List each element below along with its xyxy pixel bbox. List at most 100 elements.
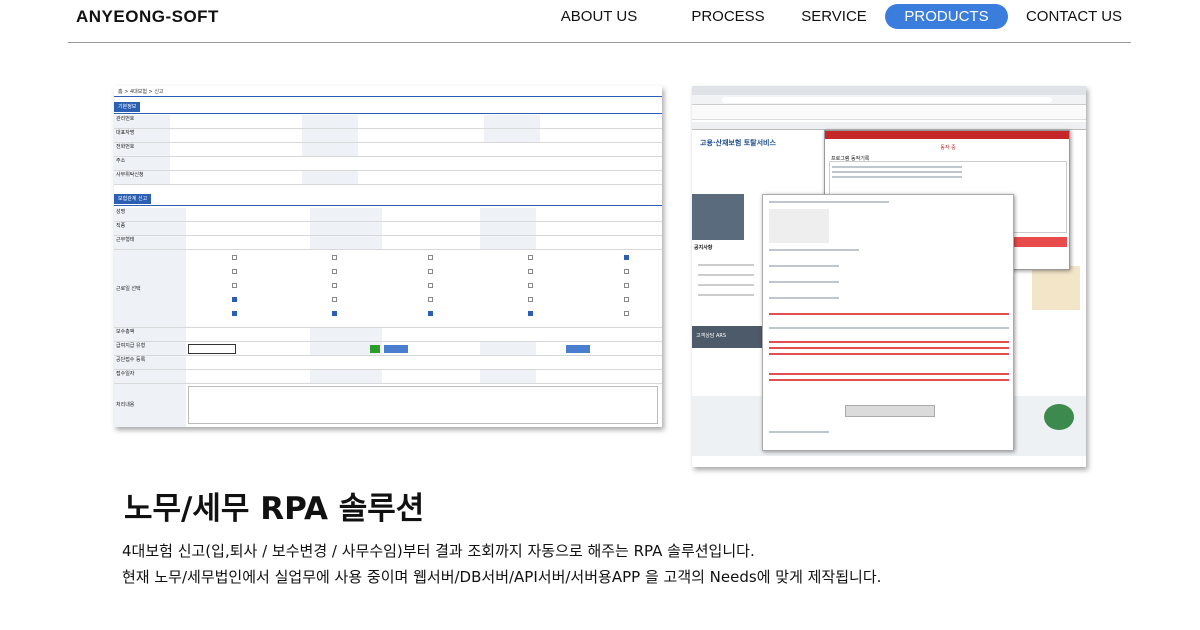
section-basic-info: 기본정보	[114, 102, 141, 112]
checkbox-day[interactable]	[232, 311, 237, 316]
modal-warning-line	[769, 341, 1009, 343]
checkbox-day[interactable]	[528, 283, 533, 288]
form-row: 대표자명	[114, 129, 662, 143]
modal-warning-line	[769, 347, 1009, 349]
checkbox-day[interactable]	[528, 297, 533, 302]
modal-warning-line	[769, 379, 1009, 381]
checkbox-day[interactable]	[332, 255, 337, 260]
form-row: 주소	[114, 157, 662, 171]
label-register: 공단접수 등록	[114, 356, 186, 369]
label-cell	[480, 370, 536, 383]
checkbox-day[interactable]	[528, 255, 533, 260]
consult-block: 고객상담 ARS	[692, 326, 764, 348]
form-row: 근무형태	[114, 236, 662, 250]
label-work-type: 근무형태	[114, 236, 186, 249]
modal-line	[769, 201, 889, 203]
label-cell	[310, 236, 382, 249]
info-bar	[692, 106, 1086, 120]
notice-line	[698, 274, 754, 276]
label-cell	[480, 236, 536, 249]
banner-block	[692, 194, 744, 240]
modal-confirm-button[interactable]	[845, 405, 935, 417]
log-line	[832, 166, 962, 168]
checkbox-day[interactable]	[232, 283, 237, 288]
checkbox-day[interactable]	[232, 255, 237, 260]
nav-process[interactable]: PROCESS	[688, 4, 768, 29]
label-receipt-date: 접수일자	[114, 370, 186, 383]
pay-input[interactable]	[188, 344, 236, 354]
site-modal-dialog	[762, 194, 1014, 451]
browser-tabstrip	[692, 86, 1086, 95]
nav-about-us[interactable]: ABOUT US	[556, 4, 642, 29]
search-button[interactable]	[384, 345, 408, 353]
modal-warning-line	[769, 373, 1009, 375]
checkbox-day[interactable]	[624, 311, 629, 316]
label-pay-total: 보수총액	[114, 328, 186, 341]
site-logo[interactable]: ANYEONG-SOFT	[76, 7, 219, 27]
form-row: 공단접수 등록	[114, 356, 662, 370]
label-cell	[480, 208, 536, 221]
label-cell	[310, 370, 382, 383]
label-cell	[302, 171, 358, 184]
nav-service[interactable]: SERVICE	[798, 4, 870, 29]
modal-left-panel	[769, 209, 829, 243]
label-job: 직종	[114, 222, 186, 235]
label-workday: 근로일 선택	[114, 250, 186, 327]
form-row: 관리번호	[114, 115, 662, 129]
popup-status: 동작 중	[940, 145, 956, 151]
checkbox-day[interactable]	[624, 255, 629, 260]
checkbox-day[interactable]	[332, 269, 337, 274]
modal-warning-line	[769, 353, 1009, 355]
label-delegation: 사무위탁신청	[114, 171, 170, 184]
form-row: 처리내용	[114, 384, 662, 427]
checkbox-day[interactable]	[428, 255, 433, 260]
modal-line	[769, 327, 1009, 329]
modal-line	[769, 249, 859, 251]
nav-products[interactable]: PRODUCTS	[885, 4, 1008, 29]
nav-contact-us[interactable]: CONTACT US	[1022, 4, 1126, 29]
address-bar[interactable]	[722, 97, 1052, 103]
form-row: 급여지급 유형	[114, 342, 662, 356]
form-row: 전화번호	[114, 143, 662, 157]
modal-line	[769, 431, 829, 433]
checkbox-day[interactable]	[232, 269, 237, 274]
form-row: 접수일자	[114, 370, 662, 384]
section-insurance-report: 보험관계 신고	[114, 194, 152, 204]
date-button[interactable]	[566, 345, 590, 353]
checkbox-day[interactable]	[428, 283, 433, 288]
label-cell	[480, 222, 536, 235]
product-title: 노무/세무 RPA 솔루션	[124, 491, 425, 527]
label-process: 처리내용	[114, 384, 186, 427]
checkbox-day[interactable]	[332, 311, 337, 316]
label-cell	[484, 115, 540, 128]
checkbox-day[interactable]	[232, 297, 237, 302]
checkbox-day[interactable]	[528, 269, 533, 274]
form-breadcrumb: 홈 > 4대보험 > 신고	[118, 89, 164, 95]
label-name: 성명	[114, 208, 186, 221]
log-line	[832, 176, 962, 178]
label-cell	[302, 143, 358, 156]
notice-line	[698, 284, 754, 286]
day-checkboxes	[188, 252, 658, 326]
label-address: 주소	[114, 157, 170, 170]
checkbox-day[interactable]	[624, 269, 629, 274]
checkbox-day[interactable]	[332, 283, 337, 288]
modal-line	[769, 265, 839, 267]
notice-line	[698, 294, 754, 296]
form-row: 보수총액	[114, 328, 662, 342]
form-row: 사무위탁신청	[114, 171, 662, 185]
checkbox-day[interactable]	[428, 311, 433, 316]
process-textarea[interactable]	[188, 386, 658, 424]
notice-heading: 공지사항	[694, 245, 713, 251]
modal-line	[769, 297, 839, 299]
checkbox-day[interactable]	[528, 311, 533, 316]
label-cell	[310, 222, 382, 235]
checkbox-day[interactable]	[428, 297, 433, 302]
label-phone: 전화번호	[114, 143, 170, 156]
checkbox-day[interactable]	[624, 283, 629, 288]
checkbox-day[interactable]	[624, 297, 629, 302]
label-mgmt-no: 관리번호	[114, 115, 170, 128]
checkbox-day[interactable]	[428, 269, 433, 274]
checkbox-day[interactable]	[332, 297, 337, 302]
notice-line	[698, 264, 754, 266]
